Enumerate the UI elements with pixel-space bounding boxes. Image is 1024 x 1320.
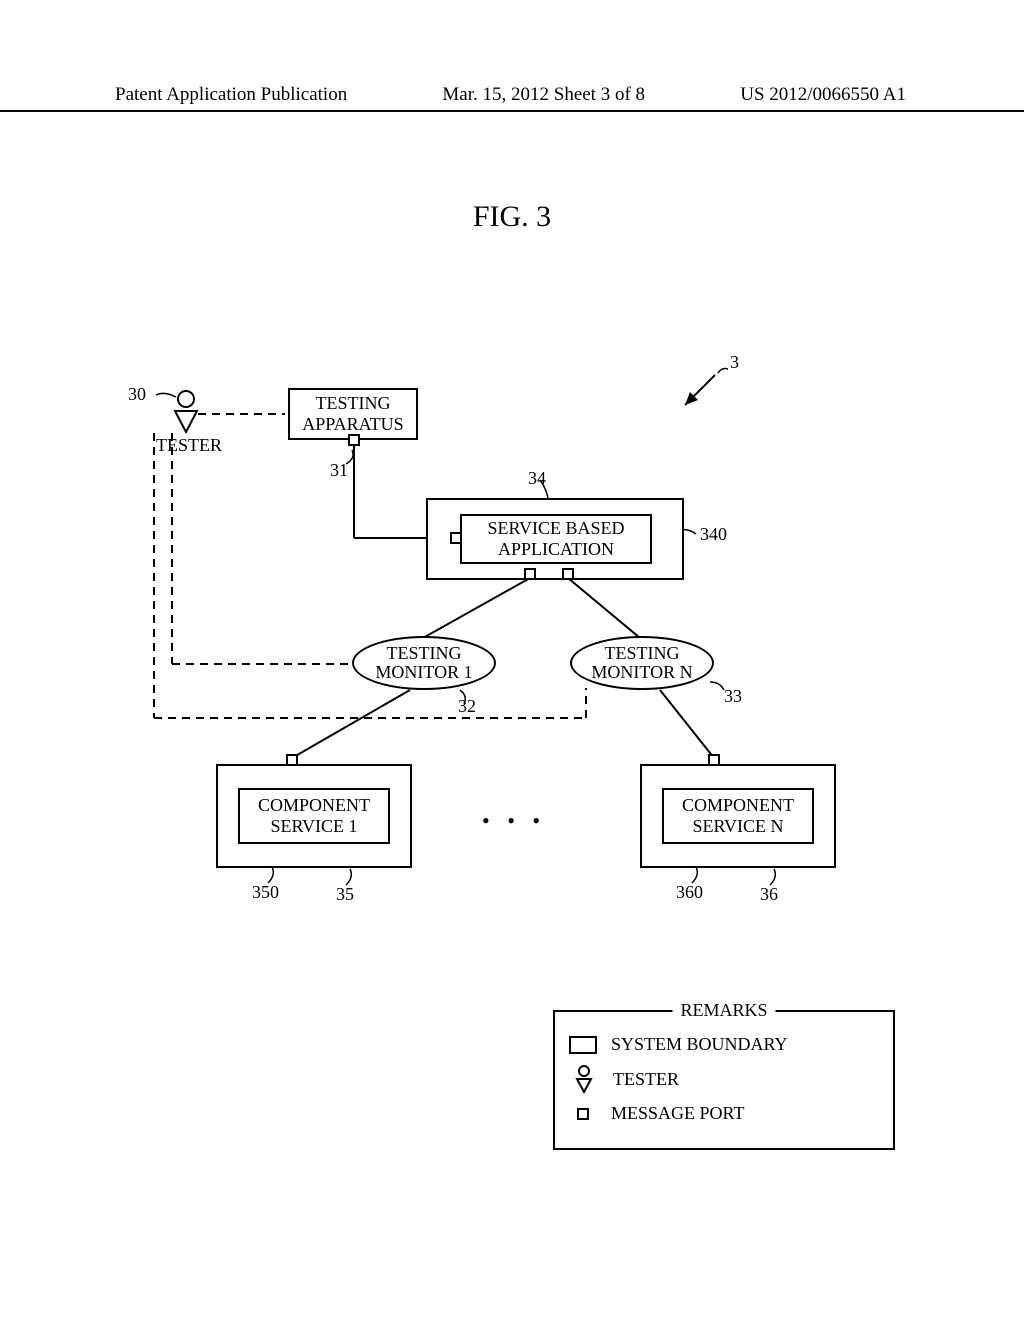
header-right: US 2012/0066550 A1	[740, 84, 906, 106]
ref-33: 33	[724, 686, 742, 707]
header-center: Mar. 15, 2012 Sheet 3 of 8	[442, 84, 645, 106]
testing-monitor-n: TESTING MONITOR N	[570, 636, 714, 690]
component-service-1: COMPONENT SERVICE 1	[238, 788, 390, 844]
ref-340: 340	[700, 524, 727, 545]
port-icon	[708, 754, 720, 766]
remarks-box: REMARKS SYSTEM BOUNDARY TESTER MESSAGE P…	[553, 1010, 895, 1150]
remarks-boundary-label: SYSTEM BOUNDARY	[611, 1034, 788, 1055]
page-header: Patent Application Publication Mar. 15, …	[0, 84, 1024, 112]
ref-3: 3	[730, 352, 739, 373]
remarks-row-boundary: SYSTEM BOUNDARY	[569, 1034, 879, 1055]
port-icon	[348, 434, 360, 446]
message-port-icon	[577, 1108, 589, 1120]
remarks-tester-label: TESTER	[613, 1069, 679, 1090]
tester-icon	[575, 1065, 593, 1093]
remarks-row-tester: TESTER	[569, 1065, 879, 1093]
header-left: Patent Application Publication	[115, 84, 347, 106]
diagram: 3 30 TESTER TESTING APPARATUS 31 34 SERV…	[120, 370, 900, 990]
diagram-lines	[120, 370, 900, 990]
ref-32: 32	[458, 696, 476, 717]
system-boundary-icon	[569, 1036, 597, 1054]
remarks-port-label: MESSAGE PORT	[611, 1103, 744, 1124]
service-based-application: SERVICE BASED APPLICATION	[460, 514, 652, 564]
ref-360: 360	[676, 882, 703, 903]
ref-35: 35	[336, 884, 354, 905]
port-icon	[562, 568, 574, 580]
ref-350: 350	[252, 882, 279, 903]
port-icon	[450, 532, 462, 544]
figure-title: FIG. 3	[0, 200, 1024, 234]
testing-apparatus-box: TESTING APPARATUS	[288, 388, 418, 440]
ref-30: 30	[128, 384, 146, 405]
ref-31: 31	[330, 460, 348, 481]
port-icon	[524, 568, 536, 580]
port-icon	[286, 754, 298, 766]
ref-34: 34	[528, 468, 546, 489]
component-service-n: COMPONENT SERVICE N	[662, 788, 814, 844]
dots: • • •	[482, 808, 546, 834]
page: Patent Application Publication Mar. 15, …	[0, 0, 1024, 1320]
testing-monitor-1: TESTING MONITOR 1	[352, 636, 496, 690]
remarks-row-port: MESSAGE PORT	[569, 1103, 879, 1124]
remarks-title: REMARKS	[672, 1000, 775, 1021]
tester-label: TESTER	[156, 435, 222, 456]
ref-36: 36	[760, 884, 778, 905]
